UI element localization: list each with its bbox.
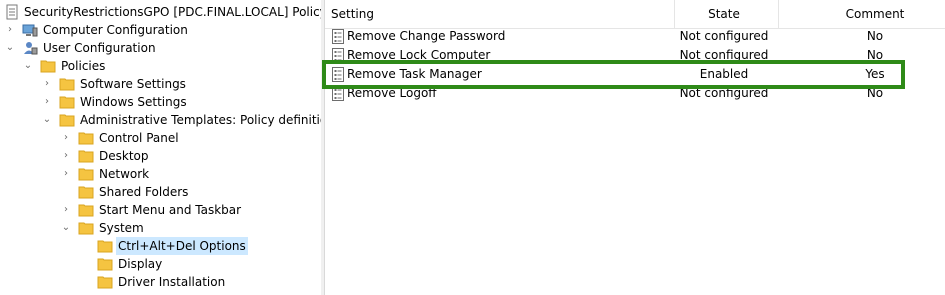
column-header-setting[interactable]: Setting xyxy=(331,0,374,28)
chevron-right-icon[interactable]: › xyxy=(60,147,72,165)
folder-icon xyxy=(59,94,75,110)
column-divider[interactable] xyxy=(778,0,779,28)
policy-setting-icon xyxy=(331,86,345,101)
setting-name: Remove Task Manager xyxy=(347,67,482,81)
setting-state: Not configured xyxy=(679,86,769,100)
tree-label: Administrative Templates: Policy definit… xyxy=(80,113,321,127)
folder-icon xyxy=(40,58,56,74)
chevron-right-icon[interactable]: › xyxy=(41,75,53,93)
folder-icon xyxy=(78,220,94,236)
folder-icon xyxy=(78,148,94,164)
folder-icon xyxy=(97,256,113,272)
tree-label: Software Settings xyxy=(80,77,186,91)
table-row[interactable]: Remove Change Password Not configured No xyxy=(325,27,945,46)
setting-name: Remove Change Password xyxy=(347,29,506,43)
folder-open-icon xyxy=(97,238,113,254)
settings-list-pane[interactable]: Setting State Comment Remove Change Pass… xyxy=(325,0,945,295)
chevron-right-icon[interactable]: › xyxy=(60,165,72,183)
setting-state: Not configured xyxy=(679,29,769,43)
setting-comment: No xyxy=(866,48,884,62)
column-header-state[interactable]: State xyxy=(674,0,774,28)
chevron-right-icon[interactable]: › xyxy=(4,21,16,39)
policy-setting-icon xyxy=(331,67,345,82)
tree-label: System xyxy=(99,221,144,235)
computer-icon xyxy=(22,22,38,38)
policy-setting-icon xyxy=(331,48,345,63)
setting-comment: No xyxy=(866,29,884,43)
list-header: Setting State Comment xyxy=(325,0,945,29)
chevron-down-icon[interactable]: ⌄ xyxy=(22,57,34,75)
tree-label: Driver Installation xyxy=(118,275,226,289)
chevron-down-icon[interactable]: ⌄ xyxy=(41,111,53,129)
chevron-down-icon[interactable]: ⌄ xyxy=(4,39,16,57)
user-icon xyxy=(22,40,38,56)
folder-icon xyxy=(78,184,94,200)
folder-icon xyxy=(97,274,113,290)
chevron-right-icon[interactable]: › xyxy=(60,129,72,147)
tree-label: Desktop xyxy=(99,149,149,163)
tree-label: Shared Folders xyxy=(99,185,189,199)
tree-label: Control Panel xyxy=(99,131,179,145)
chevron-right-icon[interactable]: › xyxy=(41,93,53,111)
gpo-scroll-icon xyxy=(4,4,20,20)
setting-comment: Yes xyxy=(865,67,885,81)
folder-icon xyxy=(78,202,94,218)
tree-label: Ctrl+Alt+Del Options xyxy=(116,237,248,255)
table-row[interactable]: Remove Lock Computer Not configured No xyxy=(325,46,945,65)
tree-label: SecurityRestrictionsGPO [PDC.FINAL.LOCAL… xyxy=(24,5,322,19)
tree-label: Display xyxy=(118,257,163,271)
tree-label: Start Menu and Taskbar xyxy=(99,203,242,217)
tree-label: Computer Configuration xyxy=(43,23,188,37)
folder-icon xyxy=(78,166,94,182)
table-row[interactable]: Remove Task Manager Enabled Yes xyxy=(325,65,945,84)
folder-icon xyxy=(78,130,94,146)
tree-label: User Configuration xyxy=(43,41,156,55)
setting-state: Not configured xyxy=(679,48,769,62)
folder-icon xyxy=(59,112,75,128)
folder-icon xyxy=(59,76,75,92)
tree-pane[interactable]: SecurityRestrictionsGPO [PDC.FINAL.LOCAL… xyxy=(0,0,322,295)
column-header-comment[interactable]: Comment xyxy=(790,0,945,28)
setting-state: Enabled xyxy=(699,67,749,81)
tree-label: Policies xyxy=(61,59,106,73)
chevron-down-icon[interactable]: ⌄ xyxy=(60,219,72,237)
policy-setting-icon xyxy=(331,29,345,44)
setting-name: Remove Lock Computer xyxy=(347,48,491,62)
setting-name: Remove Logoff xyxy=(347,86,437,100)
chevron-right-icon[interactable]: › xyxy=(60,201,72,219)
table-row[interactable]: Remove Logoff Not configured No xyxy=(325,84,945,103)
setting-comment: No xyxy=(866,86,884,100)
tree-label: Windows Settings xyxy=(80,95,187,109)
tree-label: Network xyxy=(99,167,150,181)
